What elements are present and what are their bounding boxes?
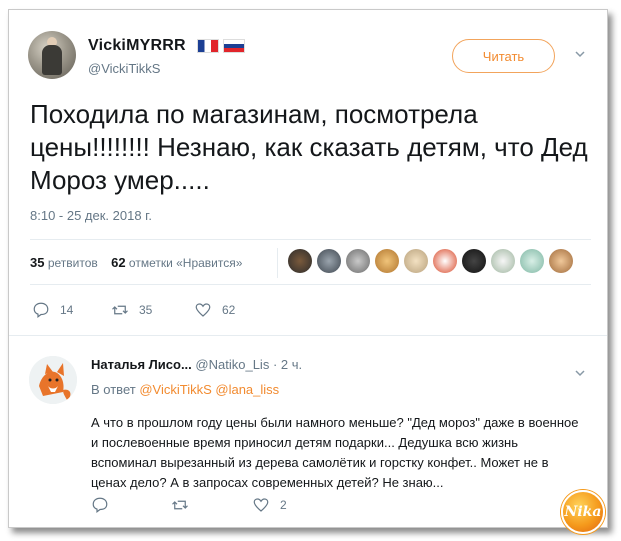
tweet-timestamp[interactable]: 8:10 - 25 дек. 2018 г. (30, 208, 152, 223)
liker-avatar[interactable] (317, 249, 341, 273)
fr-flag-icon (197, 39, 219, 53)
liker-avatar[interactable] (549, 249, 573, 273)
reply-like-count: 2 (280, 498, 287, 512)
like-action-count: 62 (222, 303, 236, 317)
reply-header: Наталья Лисо... @Natiko_Lis · 2 ч. (91, 357, 302, 372)
reply-text: А что в прошлом году цены были намного м… (91, 415, 579, 490)
tweet-stats: 35 ретвитов 62 отметки «Нравится» (30, 255, 242, 270)
like-button[interactable]: 62 (194, 301, 235, 319)
retweet-button[interactable] (171, 496, 199, 514)
tweet-card: VickiMYRRR @VickiTikkS Читать Походила п… (8, 9, 608, 534)
like-count[interactable]: 62 (111, 255, 125, 270)
reply-prefix: В ответ (91, 382, 136, 397)
retweet-action-count: 35 (139, 303, 153, 317)
ru-flag-icon (223, 39, 245, 53)
reply-author-name[interactable]: Наталья Лисо... (91, 357, 192, 372)
follow-button[interactable]: Читать (452, 39, 555, 73)
reply-author-avatar[interactable] (29, 356, 77, 404)
divider (30, 239, 591, 240)
liker-avatar[interactable] (346, 249, 370, 273)
chevron-down-icon[interactable] (575, 49, 585, 59)
tweet-text: Походила по магазинам, посмотрела цены!!… (30, 99, 588, 195)
watermark-logo: Nika (561, 490, 605, 534)
reply-icon (33, 302, 49, 318)
heart-icon (195, 303, 211, 317)
section-divider (9, 335, 607, 336)
author-handle[interactable]: @VickiTikkS (88, 61, 160, 76)
retweet-icon (172, 500, 188, 510)
liker-avatar[interactable] (520, 249, 544, 273)
mention-link[interactable]: @lana_liss (215, 382, 279, 397)
reply-button[interactable] (91, 496, 119, 514)
author-name[interactable]: VickiMYRRR (88, 37, 186, 55)
retweet-icon (112, 305, 128, 315)
liker-avatar[interactable] (491, 249, 515, 273)
reply-count: 14 (60, 303, 74, 317)
reply-author-handle[interactable]: @Natiko_Lis (195, 357, 269, 372)
mention-link[interactable]: @VickiTikkS (139, 382, 211, 397)
reply-time[interactable]: · 2 ч. (273, 357, 302, 372)
like-button[interactable]: 2 (252, 496, 287, 514)
liker-avatar[interactable] (404, 249, 428, 273)
reply-icon (92, 497, 108, 513)
heart-icon (253, 498, 269, 512)
retweet-button[interactable]: 35 (111, 301, 152, 319)
like-label[interactable]: отметки «Нравится» (129, 256, 243, 270)
liker-avatar[interactable] (288, 249, 312, 273)
retweet-label[interactable]: ретвитов (48, 256, 98, 270)
reply-context: В ответ @VickiTikkS @lana_liss (91, 382, 279, 397)
divider (30, 284, 591, 285)
chevron-down-icon[interactable] (575, 368, 585, 378)
author-avatar[interactable] (28, 31, 76, 79)
liker-avatar[interactable] (462, 249, 486, 273)
fox-icon (29, 356, 77, 404)
reply-button[interactable]: 14 (32, 301, 73, 319)
stats-separator (277, 248, 278, 278)
liker-avatar[interactable] (433, 249, 457, 273)
liker-avatar[interactable] (375, 249, 399, 273)
retweet-count[interactable]: 35 (30, 255, 44, 270)
